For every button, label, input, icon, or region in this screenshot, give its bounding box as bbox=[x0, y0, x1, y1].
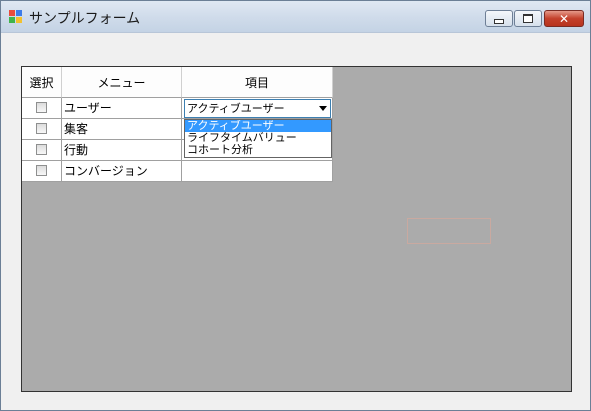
combobox-dropdown-list[interactable]: アクティブユーザー ライフタイムバリュー コホート分析 bbox=[184, 119, 332, 158]
minimize-icon bbox=[494, 19, 504, 24]
data-grid[interactable]: 選択 メニュー 項目 ユーザー 集客 行動 コンバージョン アクティブユーザー … bbox=[21, 66, 572, 392]
close-icon: ✕ bbox=[558, 11, 570, 26]
menu-cell[interactable]: 集客 bbox=[62, 119, 182, 140]
column-header-select[interactable]: 選択 bbox=[22, 67, 62, 98]
row-checkbox[interactable] bbox=[36, 102, 47, 113]
dropdown-option[interactable]: ライフタイムバリュー bbox=[185, 132, 331, 144]
close-button[interactable]: ✕ bbox=[544, 10, 584, 27]
select-cell[interactable] bbox=[22, 140, 62, 161]
row-checkbox[interactable] bbox=[36, 144, 47, 155]
menu-cell[interactable]: ユーザー bbox=[62, 98, 182, 119]
app-icon bbox=[9, 10, 23, 24]
column-header-menu[interactable]: メニュー bbox=[62, 67, 182, 98]
maximize-icon bbox=[523, 14, 533, 23]
ghost-control-outline bbox=[407, 218, 491, 244]
menu-cell[interactable]: 行動 bbox=[62, 140, 182, 161]
item-combobox[interactable]: アクティブユーザー bbox=[184, 99, 331, 118]
window-title: サンプルフォーム bbox=[29, 11, 141, 27]
dropdown-option[interactable]: コホート分析 bbox=[185, 144, 331, 156]
row-checkbox[interactable] bbox=[36, 165, 47, 176]
menu-cell[interactable]: コンバージョン bbox=[62, 161, 182, 182]
column-header-item[interactable]: 項目 bbox=[182, 67, 333, 98]
minimize-button[interactable] bbox=[485, 10, 513, 27]
table-row[interactable]: コンバージョン bbox=[22, 161, 333, 182]
combobox-value: アクティブユーザー bbox=[187, 102, 285, 115]
row-checkbox[interactable] bbox=[36, 123, 47, 134]
title-bar[interactable]: サンプルフォーム ✕ bbox=[1, 1, 590, 33]
select-cell[interactable] bbox=[22, 161, 62, 182]
item-cell[interactable] bbox=[182, 161, 333, 182]
app-window: サンプルフォーム ✕ 選択 メニュー 項目 ユーザー 集客 行動 コンバージョン… bbox=[0, 0, 591, 411]
maximize-button[interactable] bbox=[514, 10, 542, 27]
dropdown-option[interactable]: アクティブユーザー bbox=[185, 120, 331, 132]
select-cell[interactable] bbox=[22, 98, 62, 119]
chevron-down-icon[interactable] bbox=[319, 106, 327, 111]
select-cell[interactable] bbox=[22, 119, 62, 140]
